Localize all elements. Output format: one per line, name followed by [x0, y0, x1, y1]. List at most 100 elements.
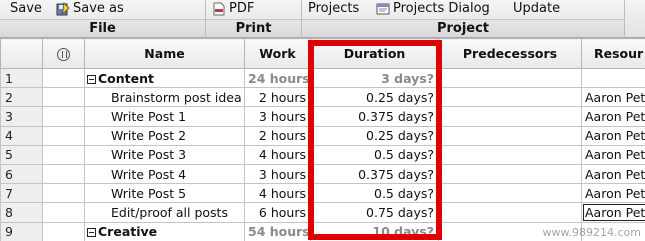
row-number[interactable]: 7: [0, 183, 43, 204]
predecessors-cell[interactable]: [438, 67, 582, 89]
work-cell[interactable]: 4 hours: [244, 144, 311, 165]
work-cell[interactable]: 3 hours: [244, 106, 311, 127]
indicator-cell[interactable]: [42, 67, 85, 89]
row-number[interactable]: 2: [0, 87, 43, 108]
duration-cell[interactable]: 0.5 days?: [310, 144, 439, 165]
task-name: Creative: [98, 224, 158, 240]
resources-cell[interactable]: Aaron Pete: [581, 144, 645, 165]
indicator-cell[interactable]: [42, 163, 85, 185]
duration-cell[interactable]: 0.75 days?: [310, 202, 439, 223]
resources-cell[interactable]: Aaron Pete: [581, 106, 645, 127]
save-label: Save: [10, 0, 42, 16]
duration-column-header[interactable]: Duration: [310, 38, 439, 69]
collapse-toggle-icon[interactable]: [87, 228, 96, 238]
duration-cell[interactable]: 3 days?: [310, 67, 439, 89]
row-number[interactable]: 8: [0, 202, 43, 223]
indicator-cell[interactable]: [42, 106, 85, 127]
task-row[interactable]: 6 Write Post 4 3 hours 0.375 days? Aaron Pet…: [0, 163, 645, 185]
work-cell[interactable]: 4 hours: [244, 183, 311, 204]
task-name-cell[interactable]: Write Post 5: [84, 183, 245, 204]
print-group: PDF Print: [206, 0, 302, 38]
save-as-button[interactable]: Save as: [56, 0, 124, 17]
resources-cell[interactable]: Aaron Pete: [581, 202, 645, 223]
work-cell[interactable]: 2 hours: [244, 87, 311, 108]
predecessors-cell[interactable]: [438, 183, 582, 204]
work-cell[interactable]: 2 hours: [244, 125, 311, 146]
work-cell[interactable]: 6 hours: [244, 202, 311, 223]
predecessors-cell[interactable]: [438, 144, 582, 165]
collapse-toggle-icon[interactable]: [87, 74, 96, 84]
indicator-cell[interactable]: [42, 183, 85, 204]
pdf-button[interactable]: PDF: [212, 0, 254, 17]
task-name-cell[interactable]: Content: [84, 67, 245, 89]
work-column-header[interactable]: Work: [244, 38, 311, 69]
duration-cell[interactable]: 0.5 days?: [310, 183, 439, 204]
task-row[interactable]: 7 Write Post 5 4 hours0.5 days? Aaron Pete: [0, 183, 645, 204]
save-button[interactable]: Save: [10, 0, 42, 17]
update-button[interactable]: Update: [513, 0, 560, 17]
predecessors-cell[interactable]: [438, 106, 582, 127]
task-name: Write Post 4: [111, 166, 187, 182]
save-as-label: Save as: [73, 0, 124, 16]
name-column-header[interactable]: Name: [84, 38, 245, 69]
predecessors-cell[interactable]: [438, 202, 582, 223]
ribbon-toolbar: Save Save as File PDF Print Projects Pro…: [0, 0, 645, 38]
task-name-cell[interactable]: Write Post 3: [84, 144, 245, 165]
task-name-cell[interactable]: Edit/proof all posts: [84, 202, 245, 223]
projects-dialog-button[interactable]: Projects Dialog: [376, 0, 490, 17]
task-name-cell[interactable]: Creative: [84, 221, 245, 241]
row-number[interactable]: 5: [0, 144, 43, 165]
resources-cell[interactable]: Aaron Pete: [581, 125, 645, 146]
task-row[interactable]: 8 Edit/proof all posts 6 hours 0.75 days? Aa…: [0, 202, 645, 223]
row-number[interactable]: 1: [0, 67, 43, 89]
project-group-label: Project: [302, 19, 624, 37]
task-name: Write Post 3: [111, 147, 187, 163]
duration-cell[interactable]: 0.25 days?: [310, 87, 439, 108]
indicator-header[interactable]: [42, 38, 85, 69]
indicator-cell[interactable]: [42, 87, 85, 108]
watermark: www.989214.com: [542, 226, 641, 239]
task-name: Content: [98, 70, 154, 86]
row-number-header[interactable]: [0, 38, 43, 69]
resources-column-header[interactable]: Resour: [581, 38, 645, 69]
resources-cell[interactable]: Aaron Pete: [581, 87, 645, 108]
duration-cell[interactable]: 0.375 days?: [310, 163, 439, 185]
task-name-cell[interactable]: Brainstorm post idea: [84, 87, 245, 108]
predecessors-cell[interactable]: [438, 125, 582, 146]
resources-cell[interactable]: [581, 67, 645, 89]
indicator-cell[interactable]: [42, 202, 85, 223]
predecessors-column-header[interactable]: Predecessors: [438, 38, 582, 69]
task-name: Write Post 5: [111, 185, 187, 201]
predecessors-cell[interactable]: [438, 87, 582, 108]
work-cell[interactable]: 24 hours: [244, 67, 311, 89]
indicator-cell[interactable]: [42, 221, 85, 241]
duration-cell[interactable]: 0.25 days?: [310, 125, 439, 146]
duration-cell[interactable]: 10 days?: [310, 221, 439, 241]
resources-cell[interactable]: Aaron Pete: [581, 163, 645, 185]
task-row[interactable]: 4 Write Post 2 2 hours0.25 days? Aaron Pete: [0, 125, 645, 146]
task-name-cell[interactable]: Write Post 4: [84, 163, 245, 185]
indicator-cell[interactable]: [42, 144, 85, 165]
summary-task-row[interactable]: 1 Content 24 hours 3 days?: [0, 67, 645, 89]
task-row[interactable]: 2 Brainstorm post idea 2 hours 0.25 days? Aa…: [0, 87, 645, 108]
row-number[interactable]: 9: [0, 221, 43, 241]
indicator-cell[interactable]: [42, 125, 85, 146]
task-name-cell[interactable]: Write Post 1: [84, 106, 245, 127]
task-row[interactable]: 5 Write Post 3 4 hours0.5 days? Aaron Pete: [0, 144, 645, 165]
projects-button[interactable]: Projects: [308, 0, 359, 17]
task-name-cell[interactable]: Write Post 2: [84, 125, 245, 146]
work-cell[interactable]: 54 hours: [244, 221, 311, 241]
duration-cell[interactable]: 0.375 days?: [310, 106, 439, 127]
projects-label: Projects: [308, 0, 360, 16]
projects-dialog-icon: [376, 2, 390, 16]
file-group: Save Save as File: [0, 0, 206, 38]
row-number[interactable]: 6: [0, 163, 43, 185]
row-number[interactable]: 3: [0, 106, 43, 127]
task-name: Edit/proof all posts: [111, 204, 228, 220]
work-cell[interactable]: 3 hours: [244, 163, 311, 185]
predecessors-cell[interactable]: [438, 163, 582, 185]
task-row[interactable]: 3 Write Post 1 3 hours 0.375 days? Aaron Pet…: [0, 106, 645, 127]
print-group-label: Print: [206, 19, 301, 37]
row-number[interactable]: 4: [0, 125, 43, 146]
resources-cell[interactable]: Aaron Pete: [581, 183, 645, 204]
